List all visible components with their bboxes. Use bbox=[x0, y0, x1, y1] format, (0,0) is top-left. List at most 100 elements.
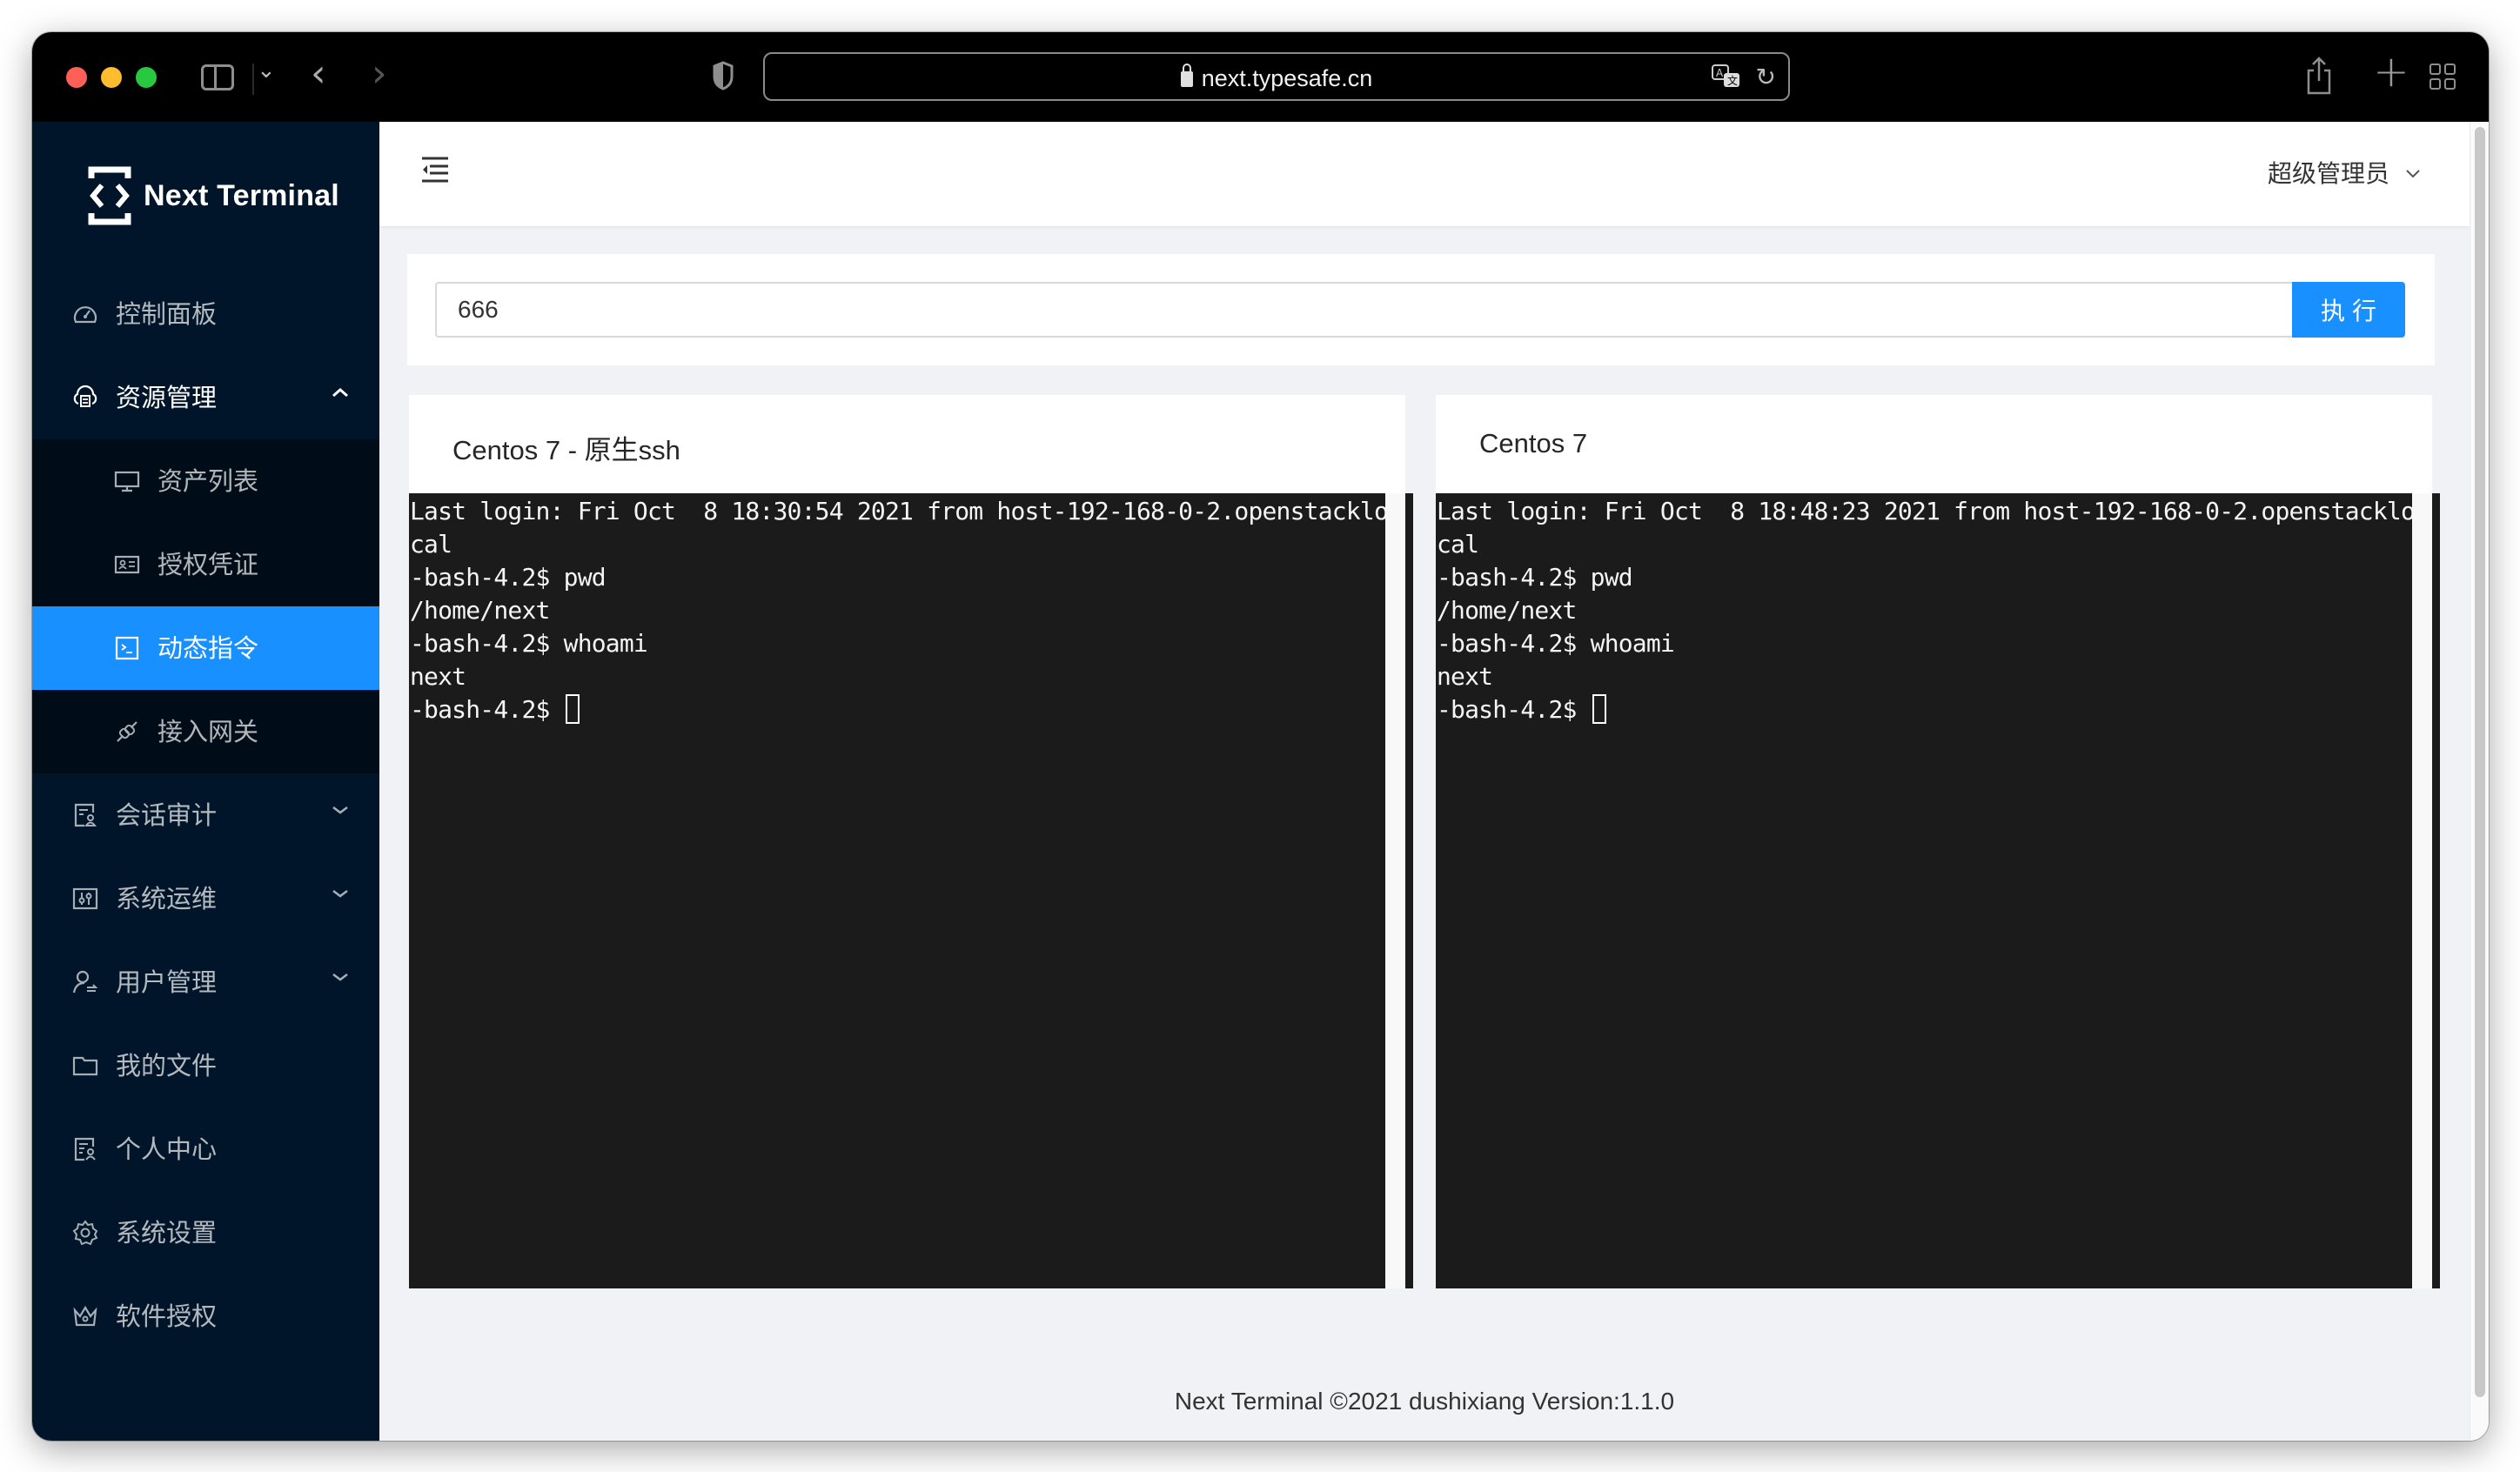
terminal-card: Centos 7 Last login: Fri Oct 8 18:48:23 … bbox=[1436, 395, 2440, 1288]
share-icon[interactable] bbox=[2306, 55, 2332, 97]
chevron-up-icon bbox=[331, 382, 350, 404]
folder-icon bbox=[72, 1053, 98, 1079]
chevron-down-icon[interactable]: ⌄ bbox=[257, 57, 276, 84]
terminal-title: Centos 7 bbox=[1479, 428, 1588, 458]
sidebar-item-credentials[interactable]: 授权凭证 bbox=[32, 523, 379, 606]
new-tab-icon[interactable]: + bbox=[2373, 46, 2409, 97]
sidebar-item-label: 用户管理 bbox=[116, 967, 218, 997]
close-window-button[interactable] bbox=[66, 67, 87, 88]
cloud-server-icon bbox=[72, 385, 98, 411]
terminal-line: cal bbox=[410, 530, 452, 559]
terminal-line: /home/next bbox=[1437, 596, 1577, 625]
dashboard-icon bbox=[72, 301, 98, 327]
chevron-down-icon bbox=[331, 800, 350, 821]
terminal-line: /home/next bbox=[410, 596, 550, 625]
scrollbar-thumb[interactable] bbox=[2475, 127, 2485, 1397]
browser-toolbar: ⌄ ‹ › next.typesafe.cn A 文 ↻ + bbox=[32, 32, 2489, 122]
terminal-line: -bash-4.2$ pwd bbox=[410, 563, 607, 592]
sidebar-item-dynamic-command[interactable]: 动态指令 bbox=[32, 606, 379, 690]
terminal-line: Last login: Fri Oct 8 18:48:23 2021 from… bbox=[1437, 497, 2412, 525]
terminal-scrollbar[interactable] bbox=[2432, 493, 2440, 1288]
id-card-icon bbox=[114, 552, 140, 578]
maximize-window-button[interactable] bbox=[136, 67, 157, 88]
sidebar-item-label: 系统运维 bbox=[116, 884, 218, 913]
logo-icon bbox=[88, 166, 131, 225]
back-icon[interactable]: ‹ bbox=[311, 51, 326, 96]
crown-icon bbox=[72, 1303, 98, 1329]
terminal-line: cal bbox=[1437, 530, 1479, 559]
terminal-screen[interactable]: Last login: Fri Oct 8 18:30:54 2021 from… bbox=[409, 493, 1385, 1288]
shield-icon[interactable] bbox=[713, 61, 734, 90]
desktop-icon bbox=[114, 468, 140, 494]
code-icon bbox=[114, 635, 140, 661]
resources-submenu: 资产列表 授权凭证 动态指令 接入网关 bbox=[32, 439, 379, 773]
sidebar-item-license[interactable]: 软件授权 bbox=[32, 1275, 379, 1358]
sidebar-item-my-files[interactable]: 我的文件 bbox=[32, 1024, 379, 1107]
sidebar-item-label: 系统设置 bbox=[116, 1218, 218, 1248]
sidebar: Next Terminal 控制面板 资源管理 资产列表 授权凭证 动态指令 接… bbox=[32, 122, 379, 1441]
sidebar-item-label: 控制面板 bbox=[116, 299, 218, 329]
setting-icon bbox=[72, 1220, 98, 1246]
sidebar-item-label: 资产列表 bbox=[158, 466, 259, 496]
terminal-line: -bash-4.2$ whoami bbox=[1437, 629, 1675, 658]
terminal-title: Centos 7 - 原生ssh bbox=[452, 435, 680, 465]
svg-text:文: 文 bbox=[1727, 74, 1738, 87]
browser-window: ⌄ ‹ › next.typesafe.cn A 文 ↻ + Next Term… bbox=[32, 32, 2489, 1441]
svg-text:A: A bbox=[1716, 67, 1724, 79]
execute-button[interactable]: 执行 bbox=[2292, 282, 2405, 338]
sidebar-item-label: 动态指令 bbox=[158, 633, 259, 663]
terminal-screen[interactable]: Last login: Fri Oct 8 18:48:23 2021 from… bbox=[1436, 493, 2412, 1288]
terminal-line: -bash-4.2$ whoami bbox=[410, 629, 648, 658]
toolbar-divider bbox=[252, 64, 254, 95]
sidebar-item-asset-list[interactable]: 资产列表 bbox=[32, 439, 379, 523]
sidebar-item-settings[interactable]: 系统设置 bbox=[32, 1191, 379, 1275]
sidebar-item-label: 个人中心 bbox=[116, 1134, 218, 1164]
terminal-line: Last login: Fri Oct 8 18:30:54 2021 from… bbox=[410, 497, 1385, 525]
sidebar-item-resources[interactable]: 资源管理 bbox=[32, 356, 379, 439]
terminal-card: Centos 7 - 原生ssh Last login: Fri Oct 8 1… bbox=[409, 395, 1413, 1288]
sidebar-item-label: 资源管理 bbox=[116, 383, 218, 412]
audit-icon bbox=[72, 802, 98, 828]
app-logo[interactable]: Next Terminal bbox=[88, 165, 339, 226]
sidebar-toggle-icon[interactable] bbox=[201, 64, 234, 90]
chevron-down-icon bbox=[331, 967, 350, 988]
command-card: 执行 bbox=[407, 254, 2435, 365]
terminal-prompt-line: -bash-4.2$ bbox=[410, 693, 1385, 726]
minimize-window-button[interactable] bbox=[101, 67, 122, 88]
sidebar-item-gateway[interactable]: 接入网关 bbox=[32, 690, 379, 773]
terminal-gutter bbox=[1385, 493, 1405, 1288]
page-footer: Next Terminal ©2021 dushixiang Version:1… bbox=[1174, 1388, 1675, 1415]
terminal-line: -bash-4.2$ pwd bbox=[1437, 563, 1633, 592]
chevron-down-icon bbox=[2405, 162, 2421, 183]
sidebar-item-profile[interactable]: 个人中心 bbox=[32, 1107, 379, 1191]
command-input[interactable] bbox=[435, 282, 2294, 338]
chevron-down-icon bbox=[331, 883, 350, 905]
sidebar-item-session-audit[interactable]: 会话审计 bbox=[32, 773, 379, 857]
top-header: 超级管理员 bbox=[379, 122, 2470, 226]
terminal-gutter bbox=[2412, 493, 2432, 1288]
tab-overview-icon[interactable] bbox=[2430, 64, 2457, 91]
sidebar-item-label: 软件授权 bbox=[116, 1301, 218, 1331]
menu-fold-icon[interactable] bbox=[421, 157, 449, 183]
sidebar-item-dashboard[interactable]: 控制面板 bbox=[32, 272, 379, 356]
control-icon bbox=[72, 886, 98, 912]
address-bar[interactable]: next.typesafe.cn A 文 ↻ bbox=[763, 52, 1790, 101]
terminal-cursor bbox=[1592, 694, 1606, 724]
profile-icon bbox=[72, 1136, 98, 1162]
sidebar-item-label: 授权凭证 bbox=[158, 550, 259, 579]
terminal-cursor bbox=[565, 694, 580, 724]
sidebar-item-operations[interactable]: 系统运维 bbox=[32, 857, 379, 940]
user-dropdown[interactable]: 超级管理员 bbox=[2268, 155, 2421, 190]
sidebar-item-user-management[interactable]: 用户管理 bbox=[32, 940, 379, 1024]
user-name: 超级管理员 bbox=[2267, 159, 2389, 188]
terminal-line: next bbox=[410, 662, 466, 691]
translate-icon[interactable]: A 文 bbox=[1712, 64, 1743, 90]
forward-icon[interactable]: › bbox=[372, 51, 387, 96]
terminal-scrollbar[interactable] bbox=[1405, 493, 1413, 1288]
sidebar-menu: 控制面板 资源管理 资产列表 授权凭证 动态指令 接入网关 会话审计 系统运维 … bbox=[32, 272, 379, 1358]
terminal-prompt-line: -bash-4.2$ bbox=[1437, 693, 2412, 726]
page-scrollbar[interactable] bbox=[2470, 122, 2489, 1441]
reload-icon[interactable]: ↻ bbox=[1756, 63, 1776, 91]
url-text[interactable]: next.typesafe.cn bbox=[1202, 65, 1373, 91]
terminal-line: next bbox=[1437, 662, 1493, 691]
